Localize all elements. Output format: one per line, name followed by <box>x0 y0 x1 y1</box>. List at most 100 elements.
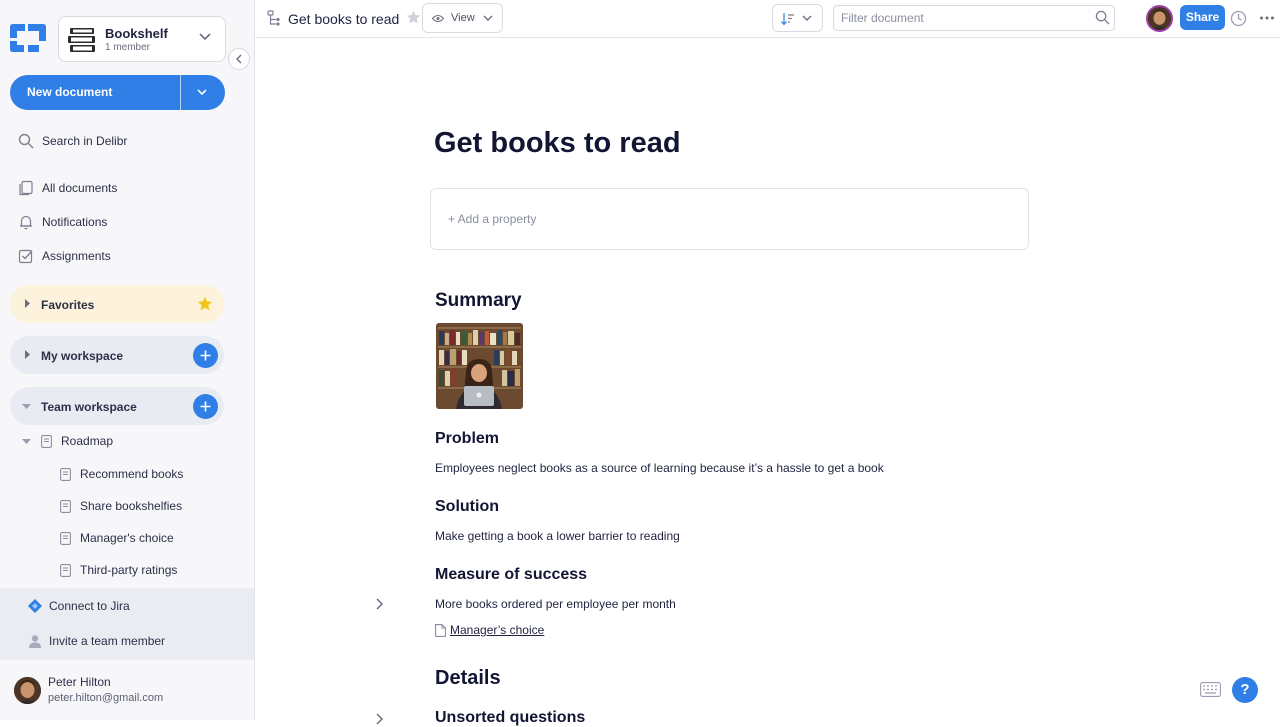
user-profile[interactable]: Peter Hilton peter.hilton@gmail.com <box>0 660 254 720</box>
split-divider <box>180 75 181 110</box>
collaborator-avatar[interactable] <box>1146 5 1173 32</box>
properties-box[interactable]: + Add a property <box>430 188 1029 250</box>
nav-label: Assignments <box>42 249 111 263</box>
user-name: Peter Hilton <box>48 675 111 689</box>
eye-icon <box>432 14 444 23</box>
outline-icon[interactable] <box>267 10 283 26</box>
document-icon <box>60 467 71 481</box>
view-label: View <box>451 12 475 24</box>
share-button[interactable]: Share <box>1180 5 1225 30</box>
connect-to-jira[interactable]: Connect to Jira <box>28 597 130 615</box>
sort-button[interactable] <box>772 4 823 32</box>
tree-label: Roadmap <box>61 434 114 448</box>
bell-icon <box>20 215 32 230</box>
document-icon <box>435 623 446 637</box>
clock-icon[interactable] <box>1230 10 1247 27</box>
checkbox-icon <box>18 249 33 264</box>
star-icon <box>197 296 213 311</box>
search-label: Search in Delibr <box>42 134 128 148</box>
connect-jira-label: Connect to Jira <box>49 599 130 613</box>
sort-icon <box>781 13 794 26</box>
help-button[interactable]: ? <box>1232 677 1258 703</box>
document-icon <box>60 563 71 577</box>
problem-text[interactable]: Employees neglect books as a source of l… <box>435 461 884 475</box>
new-document-button[interactable]: New document <box>10 75 225 110</box>
add-to-my-workspace-button[interactable] <box>193 343 218 368</box>
search-in-delibr[interactable]: Search in Delibr <box>18 131 127 151</box>
summary-image <box>436 323 523 409</box>
caret-down-icon <box>22 438 31 444</box>
add-to-team-workspace-button[interactable] <box>193 394 218 419</box>
invite-label: Invite a team member <box>49 634 166 648</box>
top-bar: Get books to read View Filter document S… <box>255 0 1280 38</box>
favorites-section[interactable]: Favorites <box>10 285 224 323</box>
chevron-down-icon <box>483 15 493 21</box>
user-icon <box>29 635 41 648</box>
jira-icon <box>28 599 42 613</box>
document-icon <box>41 434 52 448</box>
my-workspace-section[interactable]: My workspace <box>10 336 224 374</box>
workspace-switcher[interactable]: Bookshelf 1 member <box>58 16 226 62</box>
chevron-down-icon <box>802 15 812 21</box>
tree-item-roadmap[interactable]: Roadmap <box>22 432 113 450</box>
problem-heading[interactable]: Problem <box>435 430 499 448</box>
more-options-icon[interactable] <box>1259 10 1275 26</box>
measure-of-success-text[interactable]: More books ordered per employee per mont… <box>435 597 676 611</box>
chevron-right-icon[interactable] <box>375 598 385 610</box>
chevron-right-icon[interactable] <box>375 713 385 725</box>
user-email: peter.hilton@gmail.com <box>48 692 164 704</box>
plus-icon <box>200 350 211 361</box>
collapse-sidebar-button[interactable] <box>228 48 250 70</box>
add-property-button[interactable]: + Add a property <box>448 212 536 226</box>
tree-item-share-bookshelfies[interactable]: Share bookshelfies <box>60 497 182 515</box>
caret-right-icon <box>25 299 30 308</box>
unsorted-questions-heading[interactable]: Unsorted questions <box>435 709 585 727</box>
keyboard-icon[interactable] <box>1200 682 1221 697</box>
search-icon[interactable] <box>1095 10 1110 25</box>
sidebar-bottom-panel: Connect to Jira Invite a team member <box>0 588 254 660</box>
nav-label: Notifications <box>42 215 108 229</box>
solution-text[interactable]: Make getting a book a lower barrier to r… <box>435 529 680 543</box>
my-workspace-label: My workspace <box>41 349 124 363</box>
chevron-left-icon <box>236 54 242 64</box>
details-heading[interactable]: Details <box>435 667 501 690</box>
tree-label: Third-party ratings <box>80 563 178 577</box>
document-icon <box>60 531 71 545</box>
view-mode-button[interactable]: View <box>422 3 503 33</box>
caret-down-icon <box>22 404 31 409</box>
measure-of-success-heading[interactable]: Measure of success <box>435 566 587 584</box>
invite-team-member[interactable]: Invite a team member <box>28 632 165 650</box>
tree-label: Manager's choice <box>80 531 174 545</box>
documents-icon <box>19 180 33 196</box>
star-icon[interactable] <box>406 10 421 25</box>
avatar <box>14 677 41 704</box>
nav-assignments[interactable]: Assignments <box>18 246 111 266</box>
sidebar: Bookshelf 1 member New document Search i… <box>0 0 255 720</box>
page-title[interactable]: Get books to read <box>434 127 681 160</box>
delibr-logo[interactable] <box>10 24 46 52</box>
nav-notifications[interactable]: Notifications <box>18 212 107 232</box>
favorites-label: Favorites <box>41 298 95 312</box>
filter-document-input[interactable] <box>833 5 1115 31</box>
chevron-down-icon[interactable] <box>196 86 208 98</box>
tree-item-recommend-books[interactable]: Recommend books <box>60 465 183 483</box>
tree-item-third-party-ratings[interactable]: Third-party ratings <box>60 561 177 579</box>
workspace-name: Bookshelf <box>105 26 168 41</box>
books-icon <box>68 28 95 52</box>
nav-label: All documents <box>42 181 118 195</box>
team-workspace-label: Team workspace <box>41 400 137 414</box>
document-title-breadcrumb[interactable]: Get books to read <box>288 11 399 27</box>
team-workspace-section[interactable]: Team workspace <box>10 387 224 425</box>
linked-document[interactable]: Manager’s choice <box>435 623 544 637</box>
tree-item-managers-choice[interactable]: Manager's choice <box>60 529 174 547</box>
linked-document-label: Manager’s choice <box>450 623 545 637</box>
solution-heading[interactable]: Solution <box>435 498 499 516</box>
document-icon <box>60 499 71 513</box>
chevron-down-icon <box>199 33 211 41</box>
nav-all-documents[interactable]: All documents <box>18 178 117 198</box>
workspace-member-count: 1 member <box>105 42 151 53</box>
new-document-label: New document <box>27 85 113 99</box>
tree-label: Share bookshelfies <box>80 499 183 513</box>
tree-label: Recommend books <box>80 467 184 481</box>
summary-heading[interactable]: Summary <box>435 290 522 312</box>
